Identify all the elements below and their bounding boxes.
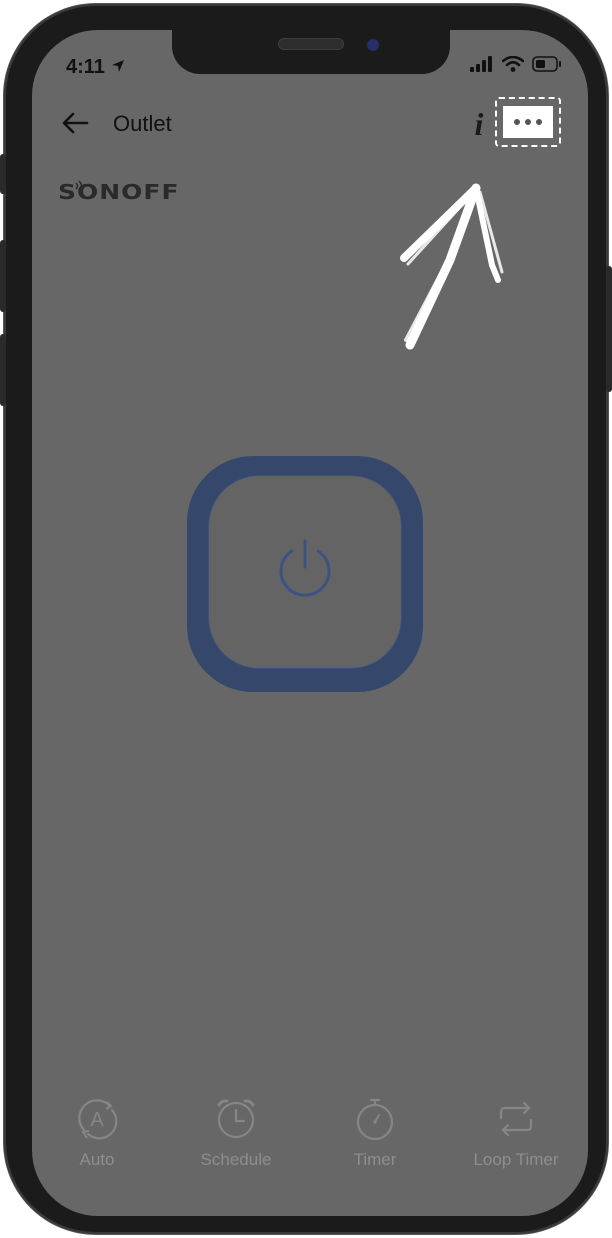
page-title: Outlet <box>113 111 172 136</box>
arrow-left-icon <box>61 111 89 140</box>
power-icon <box>274 537 336 608</box>
tab-loop-timer-label: Loop Timer <box>473 1150 559 1169</box>
notch <box>172 30 450 74</box>
bottom-tab-bar: A Auto Schedule Timer Loop Timer <box>32 1096 588 1186</box>
tab-auto[interactable]: A Auto <box>37 1096 157 1186</box>
battery-icon <box>532 56 562 77</box>
more-dots-icon <box>503 106 553 138</box>
app-screen: 4:11 Outlet i SONOFF A Auto Schedule Tim… <box>32 30 588 1216</box>
tab-timer[interactable]: Timer <box>315 1096 435 1186</box>
stopwatch-icon <box>352 1096 398 1142</box>
app-header: Outlet i <box>32 97 588 150</box>
info-button[interactable]: i <box>468 104 490 144</box>
alarm-clock-icon <box>213 1096 259 1142</box>
annotation-arrow-icon <box>392 180 522 365</box>
auto-icon: A <box>74 1096 120 1142</box>
silent-switch <box>0 154 6 194</box>
tab-schedule[interactable]: Schedule <box>176 1096 296 1186</box>
tab-auto-label: Auto <box>79 1150 115 1169</box>
tab-timer-label: Timer <box>353 1150 397 1169</box>
phone-frame: 4:11 Outlet i SONOFF A Auto Schedule Tim… <box>0 4 612 1234</box>
status-bar-indicators <box>470 55 562 77</box>
status-time-text: 4:11 <box>66 56 105 78</box>
power-button-face[interactable] <box>209 476 401 668</box>
more-options-button[interactable] <box>495 97 561 147</box>
tab-loop-timer[interactable]: Loop Timer <box>456 1096 576 1186</box>
volume-down-button <box>0 334 6 406</box>
loop-icon <box>493 1096 539 1142</box>
cellular-signal-icon <box>470 56 494 77</box>
tab-schedule-label: Schedule <box>200 1150 272 1169</box>
front-camera <box>368 40 378 50</box>
logo-signal-icon <box>74 179 86 197</box>
power-toggle-button[interactable] <box>187 456 423 692</box>
volume-up-button <box>0 240 6 312</box>
location-arrow-icon <box>111 56 125 79</box>
status-bar-time: 4:11 <box>66 56 125 79</box>
svg-text:A: A <box>90 1109 104 1131</box>
earpiece-speaker <box>278 38 344 50</box>
back-button[interactable] <box>58 108 92 142</box>
power-side-button <box>606 266 612 392</box>
wifi-icon <box>501 55 525 77</box>
